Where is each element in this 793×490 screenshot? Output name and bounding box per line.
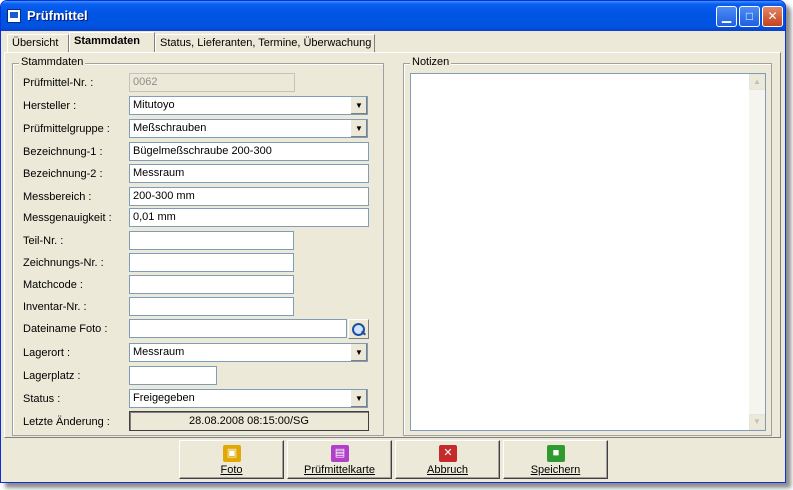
bezeichnung1-input[interactable]: Bügelmeßschraube 200-300 (129, 142, 369, 161)
dropdown-arrow-icon[interactable]: ▼ (350, 390, 367, 407)
inventar-nr-label: Inventar-Nr. : (23, 301, 87, 313)
dateiname-foto-label: Dateiname Foto : (23, 323, 108, 335)
cancel-icon: ✕ (439, 445, 457, 462)
close-icon: ✕ (767, 9, 778, 23)
scroll-up-icon[interactable]: ▲ (749, 74, 765, 90)
stammdaten-group-label: Stammdaten (19, 56, 86, 68)
app-window: Prüfmittel ▁ □ ✕ Übersicht Stammdaten St… (0, 0, 786, 483)
speichern-button[interactable]: ■ Speichern (503, 440, 608, 479)
pruefmittelgruppe-value: Meßschrauben (133, 122, 207, 134)
status-value: Freigegeben (133, 392, 195, 404)
messgenauigkeit-input[interactable]: 0,01 mm (129, 208, 369, 227)
title-bar[interactable]: Prüfmittel ▁ □ ✕ (1, 1, 785, 31)
hersteller-value: Mitutoyo (133, 99, 175, 111)
dropdown-arrow-icon[interactable]: ▼ (350, 120, 367, 137)
zeichnungs-nr-input[interactable] (129, 253, 294, 272)
notizen-scrollbar[interactable]: ▲ ▼ (749, 74, 765, 430)
teil-nr-input[interactable] (129, 231, 294, 250)
app-icon (7, 9, 21, 23)
pruefmittelgruppe-select[interactable]: Meßschrauben ▼ (129, 119, 368, 138)
pruefmittel-nr-field: 0062 (129, 73, 295, 92)
messbereich-input[interactable]: 200-300 mm (129, 187, 369, 206)
minimize-button[interactable]: ▁ (716, 6, 737, 27)
letzte-aenderung-label: Letzte Änderung : (23, 416, 110, 428)
lagerort-select[interactable]: Messraum ▼ (129, 343, 368, 362)
foto-button-label: Foto (220, 464, 243, 476)
tab-stammdaten[interactable]: Stammdaten (69, 32, 155, 52)
scroll-down-icon[interactable]: ▼ (749, 414, 765, 430)
status-select[interactable]: Freigegeben ▼ (129, 389, 368, 408)
window-title: Prüfmittel (27, 8, 88, 23)
hersteller-select[interactable]: Mitutoyo ▼ (129, 96, 368, 115)
lagerort-label: Lagerort : (23, 347, 71, 359)
messbereich-label: Messbereich : (23, 191, 92, 203)
dropdown-arrow-icon[interactable]: ▼ (350, 97, 367, 114)
inventar-nr-input[interactable] (129, 297, 294, 316)
notizen-textarea[interactable]: ▲ ▼ (410, 73, 766, 431)
printer-icon: ▤ (331, 445, 349, 462)
bezeichnung1-label: Bezeichnung-1 : (23, 146, 103, 158)
pruefmittelkarte-button[interactable]: ▤ Prüfmittelkarte (287, 440, 392, 479)
hersteller-label: Hersteller : (23, 100, 77, 112)
matchcode-input[interactable] (129, 275, 294, 294)
abbruch-button-label: Abbruch (427, 464, 468, 476)
letzte-aenderung-value: 28.08.2008 08:15:00/SG (129, 411, 369, 431)
status-label: Status : (23, 393, 61, 405)
minimize-icon: ▁ (721, 9, 732, 23)
messgenauigkeit-label: Messgenauigkeit : (23, 212, 112, 224)
bezeichnung2-label: Bezeichnung-2 : (23, 168, 103, 180)
photo-icon: ▣ (223, 445, 241, 462)
maximize-icon: □ (745, 9, 754, 23)
browse-foto-button[interactable] (348, 319, 369, 339)
teil-nr-label: Teil-Nr. : (23, 235, 64, 247)
zeichnungs-nr-label: Zeichnungs-Nr. : (23, 257, 104, 269)
speichern-button-label: Speichern (530, 464, 581, 476)
close-button[interactable]: ✕ (762, 6, 783, 27)
lagerort-value: Messraum (133, 346, 185, 358)
save-icon: ■ (547, 445, 565, 462)
foto-button[interactable]: ▣ Foto (179, 440, 284, 479)
pruefmittelkarte-button-label: Prüfmittelkarte (304, 464, 375, 476)
dropdown-arrow-icon[interactable]: ▼ (350, 344, 367, 361)
pruefmittelgruppe-label: Prüfmittelgruppe : (23, 123, 110, 135)
bezeichnung2-input[interactable]: Messraum (129, 164, 369, 183)
dateiname-foto-input[interactable] (129, 319, 347, 338)
pruefmittel-nr-label: Prüfmittel-Nr. : (23, 77, 94, 89)
lagerplatz-input[interactable] (129, 366, 217, 385)
tab-uebersicht[interactable]: Übersicht (7, 34, 69, 52)
notizen-group-label: Notizen (410, 56, 452, 68)
maximize-button[interactable]: □ (739, 6, 760, 27)
tab-status-lieferanten[interactable]: Status, Lieferanten, Termine, Überwachun… (155, 34, 375, 52)
matchcode-label: Matchcode : (23, 279, 83, 291)
abbruch-button[interactable]: ✕ Abbruch (395, 440, 500, 479)
lagerplatz-label: Lagerplatz : (23, 370, 81, 382)
